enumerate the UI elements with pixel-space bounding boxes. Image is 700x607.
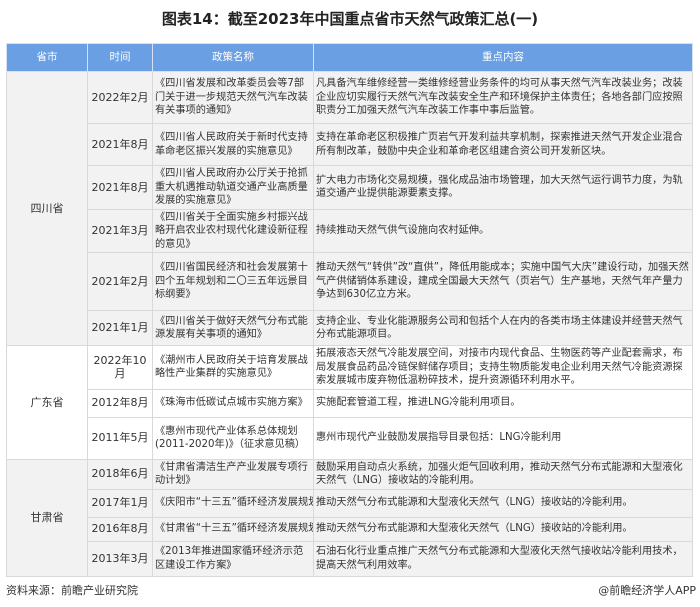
- time-cell: 2017年1月: [87, 488, 153, 518]
- table-row: 2021年1月 《四川省关于做好天然气分布式能源发展有关事项的通知》 支持企业、…: [7, 310, 693, 346]
- header-province: 省市: [6, 43, 88, 72]
- content-cell: 支持在革命老区积极推广页岩气开发利益共享机制，探索推进天然气开发企业混合所有制改…: [313, 123, 693, 166]
- time-cell: 2021年2月: [87, 252, 153, 311]
- table-header-row: 省市 时间 政策名称 重点内容: [6, 43, 693, 72]
- policy-cell: 《四川省关于做好天然气分布式能源发展有关事项的通知》: [152, 310, 314, 346]
- time-cell: 2021年1月: [87, 310, 153, 346]
- policy-table: 省市 时间 政策名称 重点内容 四川省 2022年2月 《四川省发展和改革委员会…: [6, 43, 693, 577]
- content-cell: 支持企业、专业化能源服务公司和包括个人在内的各类市场主体建设并经营天然气分布式能…: [313, 310, 693, 346]
- content-cell: 推动天然气“转供”改“直供”，降低用能成本；实施中国气大庆”建设行动，加强天然气…: [313, 252, 693, 311]
- province-cell: 四川省: [6, 71, 88, 346]
- content-cell: 惠州市现代产业鼓励发展指导目录包括：LNG冷能利用: [313, 416, 693, 460]
- policy-cell: 《甘肃省“十三五”循环经济发展规划: [152, 516, 314, 542]
- policy-cell: 《潮州市人民政府关于培育发展战略性产业集群的实施意见》: [152, 345, 314, 390]
- header-content: 重点内容: [313, 43, 693, 72]
- table-row: 2013年3月 《2013年推进国家循环经济示范区建设工作方案》 石油石化行业重…: [7, 540, 693, 577]
- policy-cell: 《珠海市低碳试点城市实施方案》: [152, 388, 314, 418]
- policy-cell: 《惠州市现代产业体系总体规划(2011-2020年)》（征求意见稿）: [152, 416, 314, 460]
- group-guangdong: 广东省 2022年10月 《潮州市人民政府关于培育发展战略性产业集群的实施意见》…: [6, 345, 693, 460]
- chart-title: 图表14：截至2023年中国重点省市天然气政策汇总(一): [161, 10, 539, 28]
- table-row: 广东省 2022年10月 《潮州市人民政府关于培育发展战略性产业集群的实施意见》…: [6, 345, 693, 460]
- content-cell: 推动天然气分布式能源和大型液化天然气（LNG）接收站的冷能利用。: [313, 516, 693, 542]
- credit-note: @前瞻经济学人APP: [598, 584, 696, 597]
- table-row: 2011年5月 《惠州市现代产业体系总体规划(2011-2020年)》（征求意见…: [7, 416, 693, 460]
- group-sichuan: 四川省 2022年2月 《四川省发展和改革委员会等7部门关于进一步规范天然气汽车…: [6, 71, 693, 346]
- province-cell: 甘肃省: [6, 458, 88, 577]
- policy-cell: 《四川省发展和改革委员会等7部门关于进一步规范天然气汽车改装有关事项的通知》: [152, 71, 314, 124]
- time-cell: 2021年8月: [87, 123, 153, 166]
- content-cell: 推动天然气分布式能源和大型液化天然气（LNG）接收站的冷能利用。: [313, 488, 693, 518]
- policy-cell: 《四川省关于全面实施乡村振兴战略开启农业农村现代化建设新征程的意见》: [152, 208, 314, 253]
- group-gansu: 甘肃省 2018年6月 《甘肃省清洁生产产业发展专项行动计划》 鼓励采用自动点火…: [6, 458, 693, 577]
- table-row: 2012年8月 《珠海市低碳试点城市实施方案》 实施配套管道工程，推进LNG冷能…: [7, 388, 693, 418]
- time-cell: 2012年8月: [87, 388, 153, 418]
- time-cell: 2022年2月: [87, 71, 153, 124]
- table-row: 甘肃省 2018年6月 《甘肃省清洁生产产业发展专项行动计划》 鼓励采用自动点火…: [6, 458, 693, 577]
- content-cell: 扩大电力市场化交易规模，强化成品油市场管理，加大天然气运行调节力度，为轨道交通产…: [313, 165, 693, 210]
- time-cell: 2011年5月: [87, 416, 153, 460]
- time-cell: 2022年10月: [87, 345, 153, 390]
- content-cell: 石油石化行业重点推广天然气分布式能源和大型液化天然气接收站冷能利用技术，提高天然…: [313, 540, 693, 577]
- province-cell: 广东省: [6, 345, 88, 460]
- table-row: 2021年8月 《四川省人民政府办公厅关于抢抓重大机遇推动轨道交通产业高质量发展…: [7, 165, 693, 210]
- table-row: 2021年8月 《四川省人民政府关于新时代支持革命老区振兴发展的实施意见》 支持…: [7, 123, 693, 166]
- time-cell: 2018年6月: [87, 458, 153, 490]
- content-cell: 拓展液态天然气冷能发展空间，对接市内现代食品、生物医药等产业配套需求，布局发展食…: [313, 345, 693, 390]
- time-cell: 2013年3月: [87, 540, 153, 577]
- content-cell: 持续推动天然气供气设施向农村延伸。: [313, 208, 693, 253]
- content-cell: 实施配套管道工程，推进LNG冷能利用项目。: [313, 388, 693, 418]
- table-row: 2017年1月 《庆阳市“十三五”循环经济发展规划 推动天然气分布式能源和大型液…: [7, 488, 693, 518]
- table-row: 2016年8月 《甘肃省“十三五”循环经济发展规划 推动天然气分布式能源和大型液…: [7, 516, 693, 542]
- time-cell: 2021年8月: [87, 165, 153, 210]
- policy-cell: 《庆阳市“十三五”循环经济发展规划: [152, 488, 314, 518]
- table-row: 四川省 2022年2月 《四川省发展和改革委员会等7部门关于进一步规范天然气汽车…: [6, 71, 693, 346]
- time-cell: 2021年3月: [87, 208, 153, 253]
- policy-cell: 《四川省人民政府关于新时代支持革命老区振兴发展的实施意见》: [152, 123, 314, 166]
- time-cell: 2016年8月: [87, 516, 153, 542]
- policy-cell: 《四川省人民政府办公厅关于抢抓重大机遇推动轨道交通产业高质量发展的实施意见》: [152, 165, 314, 210]
- header-policy: 政策名称: [152, 43, 314, 72]
- content-cell: 鼓励采用自动点火系统，加强火炬气回收利用，推动天然气分布式能源和大型液化天然气（…: [313, 458, 693, 490]
- header-time: 时间: [87, 43, 153, 72]
- policy-cell: 《四川省国民经济和社会发展第十四个五年规划和二〇三五年远景目标纲要》: [152, 252, 314, 311]
- content-cell: 凡具备汽车维修经营一类维修经营业务条件的均可从事天然气汽车改装业务；改装企业应切…: [313, 71, 693, 124]
- source-note: 资料来源：前瞻产业研究院: [6, 584, 138, 597]
- policy-cell: 《2013年推进国家循环经济示范区建设工作方案》: [152, 540, 314, 577]
- table-row: 2021年2月 《四川省国民经济和社会发展第十四个五年规划和二〇三五年远景目标纲…: [7, 252, 693, 311]
- policy-cell: 《甘肃省清洁生产产业发展专项行动计划》: [152, 458, 314, 490]
- table-row: 2021年3月 《四川省关于全面实施乡村振兴战略开启农业农村现代化建设新征程的意…: [7, 208, 693, 253]
